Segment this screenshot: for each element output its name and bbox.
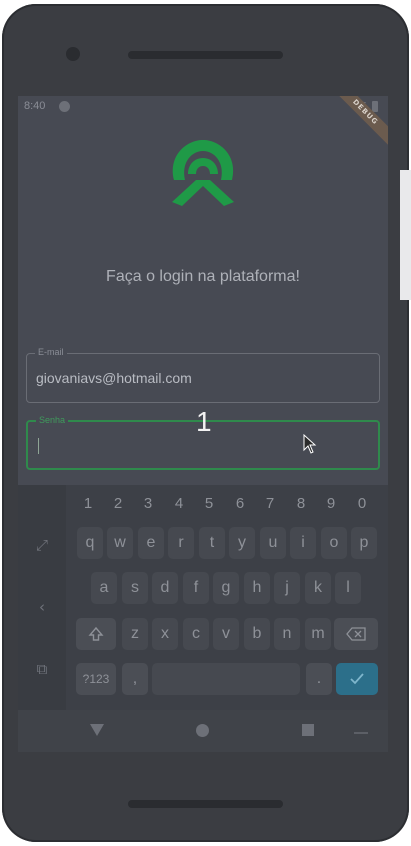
key-w[interactable]: w (107, 527, 133, 559)
bottom-speaker (128, 800, 283, 808)
enter-key[interactable] (336, 663, 378, 695)
keyboard-switch-icon[interactable] (354, 726, 368, 734)
android-nav-bar (18, 710, 388, 752)
key-8[interactable]: 8 (289, 495, 313, 512)
key-q[interactable]: q (77, 527, 103, 559)
email-value: giovaniavs@hotmail.com (36, 370, 192, 386)
key-a[interactable]: a (91, 572, 117, 604)
email-label: E-mail (35, 347, 67, 357)
key-v[interactable]: v (213, 618, 239, 650)
app-logo-icon (172, 140, 234, 206)
key-1[interactable]: 1 (76, 495, 100, 512)
soft-keyboard: ⤢ ‹ ⧉ 1 2 3 4 5 6 7 8 9 0 q w e r t y u … (18, 485, 388, 710)
tap-indicator-digit: 1 (196, 406, 212, 437)
key-r[interactable]: r (168, 527, 194, 559)
key-s[interactable]: s (122, 572, 148, 604)
shift-key[interactable] (76, 618, 116, 650)
key-k[interactable]: k (305, 572, 331, 604)
key-g[interactable]: g (213, 572, 239, 604)
space-key[interactable] (152, 663, 300, 695)
email-field[interactable]: E-mail giovaniavs@hotmail.com (26, 347, 380, 403)
key-e[interactable]: e (138, 527, 164, 559)
key-4[interactable]: 4 (167, 495, 191, 512)
keyboard-side-panel: ⤢ ‹ ⧉ (18, 485, 66, 710)
background-window-edge (400, 170, 411, 300)
key-i[interactable]: i (290, 527, 316, 559)
mouse-cursor-icon (303, 434, 317, 454)
backspace-icon (346, 627, 366, 641)
split-keyboard-icon[interactable]: ⧉ (32, 659, 52, 679)
period-key[interactable]: . (306, 663, 332, 695)
key-t[interactable]: t (199, 527, 225, 559)
key-0[interactable]: 0 (350, 495, 374, 512)
nav-recents-icon[interactable] (302, 724, 314, 736)
key-f[interactable]: f (183, 572, 209, 604)
key-l[interactable]: l (335, 572, 361, 604)
key-p[interactable]: p (351, 527, 377, 559)
key-u[interactable]: u (260, 527, 286, 559)
phone-screen: 8:40 DEBUG Faça o login na plataforma! E… (18, 96, 388, 752)
key-o[interactable]: o (321, 527, 347, 559)
key-6[interactable]: 6 (228, 495, 252, 512)
expand-icon[interactable]: ⤢ (32, 535, 52, 555)
key-j[interactable]: j (274, 572, 300, 604)
checkmark-icon (350, 673, 364, 685)
key-9[interactable]: 9 (319, 495, 343, 512)
status-bar: 8:40 (18, 96, 388, 118)
key-b[interactable]: b (244, 618, 270, 650)
key-c[interactable]: c (183, 618, 209, 650)
key-5[interactable]: 5 (197, 495, 221, 512)
chevron-left-icon[interactable]: ‹ (32, 597, 52, 617)
key-7[interactable]: 7 (258, 495, 282, 512)
key-y[interactable]: y (229, 527, 255, 559)
status-time: 8:40 (24, 100, 46, 112)
app-notification-icon (59, 101, 70, 112)
key-h[interactable]: h (244, 572, 270, 604)
key-z[interactable]: z (122, 618, 148, 650)
login-title: Faça o login na plataforma! (106, 268, 300, 285)
front-camera (66, 47, 80, 61)
comma-key[interactable]: , (122, 663, 148, 695)
key-x[interactable]: x (152, 618, 178, 650)
key-2[interactable]: 2 (106, 495, 130, 512)
nav-home-icon[interactable] (196, 724, 209, 737)
text-caret (38, 438, 39, 454)
key-m[interactable]: m (305, 618, 331, 650)
keyboard-number-row: 1 2 3 4 5 6 7 8 9 0 (76, 495, 388, 517)
key-n[interactable]: n (274, 618, 300, 650)
password-label: Senha (36, 415, 69, 425)
key-d[interactable]: d (152, 572, 178, 604)
shift-icon (88, 626, 104, 641)
symbols-key[interactable]: ?123 (76, 663, 116, 695)
key-3[interactable]: 3 (136, 495, 160, 512)
backspace-key[interactable] (334, 618, 378, 650)
top-speaker (128, 51, 283, 59)
nav-back-icon[interactable] (90, 724, 104, 736)
